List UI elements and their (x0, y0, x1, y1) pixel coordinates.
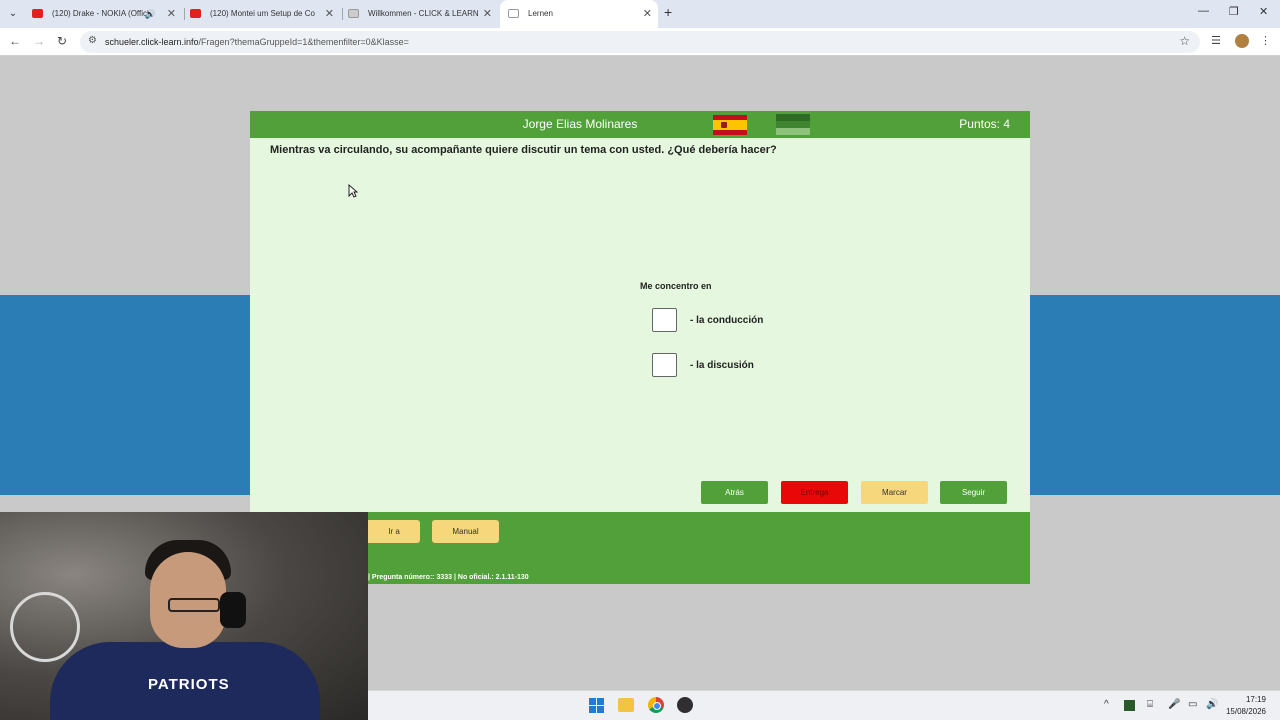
page-icon (508, 9, 519, 18)
clock-time: 17:19 (1245, 695, 1266, 704)
answer-prompt: Me concentro en (640, 281, 712, 291)
youtube-icon (32, 9, 43, 18)
tab-lernen[interactable]: Lernen ✕ (500, 0, 658, 28)
speaker-icon[interactable]: 🔊 (145, 0, 156, 28)
taskbar: ^ ⌸ 🎤 ▭ 🔊 17:19 15/08/2026 (368, 690, 1280, 720)
close-window-icon[interactable]: ✕ (1259, 5, 1268, 18)
tab-label: (120) Montei um Setup de Co (210, 9, 315, 18)
tab-youtube-drake[interactable]: (120) Drake - NOKIA (Offici 🔊 ✕ (24, 0, 182, 28)
close-tab-icon[interactable]: ✕ (325, 0, 334, 28)
clicklearn-icon (348, 9, 359, 18)
points-label: Puntos: 4 (959, 117, 1010, 131)
url-text[interactable]: schueler.click-learn.info/Fragen?themaGr… (105, 37, 409, 47)
spain-flag-icon[interactable] (713, 115, 747, 135)
volume-icon[interactable]: 🔊 (1206, 699, 1218, 710)
windows-start-icon[interactable] (589, 698, 604, 713)
close-tab-icon[interactable]: ✕ (167, 0, 176, 28)
answer-label-1[interactable]: - la conducción (690, 315, 763, 326)
usb-icon[interactable]: ⌸ (1147, 699, 1153, 710)
question-text: Mientras va circulando, su acompañante q… (270, 144, 777, 156)
user-name: Jorge Elias Molinares (522, 117, 638, 131)
address-toolbar: ← → ↻ ⚙ schueler.click-learn.info/Fragen… (0, 28, 1280, 56)
tab-label: Willkommen - CLICK & LEARN (368, 9, 478, 18)
url-host: schueler.click-learn.info (105, 37, 199, 47)
url-path: /Fragen?themaGruppeId=1&themenfilter=0&K… (198, 37, 409, 47)
site-info-icon[interactable]: ⚙ (88, 35, 97, 46)
answer-checkbox-1[interactable] (652, 308, 677, 332)
reload-icon[interactable]: ↻ (57, 34, 67, 48)
quiz-footer: Ir a Manual | Pregunta número:: 3333 | N… (368, 512, 1030, 584)
manual-button[interactable]: Manual (432, 520, 499, 543)
obs-icon[interactable] (677, 697, 693, 713)
goto-button[interactable]: Ir a (368, 520, 420, 543)
bookmark-star-icon[interactable]: ☆ (1179, 34, 1190, 48)
headset-image (220, 592, 246, 628)
back-arrow-icon[interactable]: ← (9, 34, 21, 48)
file-explorer-icon[interactable] (618, 698, 634, 712)
nvidia-icon[interactable] (1124, 700, 1135, 711)
profile-avatar[interactable] (1235, 34, 1249, 48)
footer-status: | Pregunta número:: 3333 | No oficial.: … (368, 574, 529, 581)
reading-list-icon[interactable]: ☰ (1211, 34, 1221, 47)
back-button[interactable]: Atrás (701, 481, 768, 504)
network-icon[interactable]: ▭ (1188, 699, 1197, 710)
answer-label-2[interactable]: - la discusión (690, 360, 754, 371)
menu-kebab-icon[interactable]: ⋮ (1260, 34, 1271, 47)
microphone-icon[interactable]: 🎤 (1168, 699, 1180, 710)
next-button[interactable]: Seguir (940, 481, 1007, 504)
close-tab-icon[interactable]: ✕ (643, 0, 652, 28)
minimize-icon[interactable]: — (1198, 5, 1209, 17)
close-tab-icon[interactable]: ✕ (483, 0, 492, 28)
tray-chevron-up-icon[interactable]: ^ (1104, 699, 1109, 710)
forward-arrow-icon[interactable]: → (33, 34, 45, 48)
mouse-cursor-icon (348, 184, 358, 198)
omnibox[interactable]: ⚙ schueler.click-learn.info/Fragen?thema… (80, 31, 1200, 53)
tab-youtube-setup[interactable]: (120) Montei um Setup de Co ✕ (182, 0, 340, 28)
clock-date: 15/08/2026 (1225, 707, 1266, 716)
tab-strip: ⌄ (120) Drake - NOKIA (Offici 🔊 ✕ (120) … (0, 0, 1280, 28)
answer-checkbox-2[interactable] (652, 353, 677, 377)
person-glasses (168, 598, 220, 612)
youtube-icon (190, 9, 201, 18)
webcam-overlay: PATRIOTS (0, 512, 368, 720)
tab-search-chevron-icon[interactable]: ⌄ (4, 5, 22, 23)
chrome-icon[interactable] (648, 697, 664, 713)
tab-label: Lernen (528, 9, 553, 18)
quiz-panel: Jorge Elias Molinares Puntos: 4 Mientras… (250, 111, 1030, 512)
restore-icon[interactable]: ❐ (1229, 5, 1239, 18)
quiz-header: Jorge Elias Molinares Puntos: 4 (250, 111, 1030, 138)
submit-button[interactable]: Entrega (781, 481, 848, 504)
fan-image (10, 592, 80, 662)
tab-click-learn[interactable]: Willkommen - CLICK & LEARN ✕ (340, 0, 498, 28)
mark-button[interactable]: Marcar (861, 481, 928, 504)
progress-bars-icon (776, 114, 810, 135)
shirt-text: PATRIOTS (148, 676, 230, 693)
new-tab-plus-icon[interactable]: + (664, 4, 672, 20)
clock[interactable]: 17:19 15/08/2026 (1226, 694, 1266, 718)
